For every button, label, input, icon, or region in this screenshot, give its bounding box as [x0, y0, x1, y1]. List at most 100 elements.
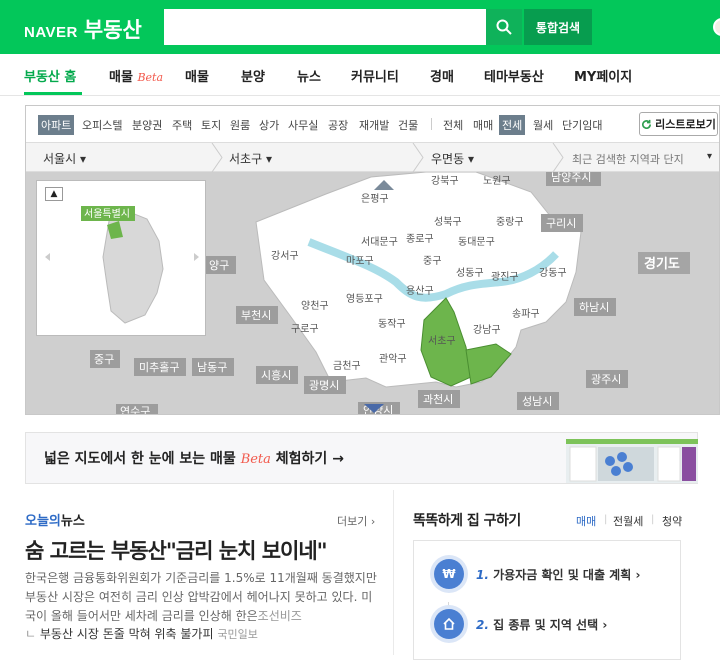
news-related-item[interactable]: ㄴ 부동산 시장 돈줄 막혀 위축 불가피 국민일보 — [25, 625, 258, 642]
outer-region-label: 과천시 — [423, 392, 453, 406]
filter-presale-right[interactable]: 분양권 — [132, 117, 162, 133]
city-value: 서울시 — [43, 152, 77, 166]
deal-short-term[interactable]: 단기임대 — [562, 117, 602, 133]
filter-bar: 아파트 오피스텔 분양권 주택 토지 원룸 상가 사무실 공장 재개발 건물 전… — [26, 106, 719, 143]
district-label: 강남구 — [473, 324, 501, 336]
step-label: 1. 가용자금 확인 및 대출 계획 › — [476, 566, 640, 583]
step-item[interactable]: ₩ 1. 가용자금 확인 및 대출 계획 › — [434, 559, 640, 589]
outer-region-label: 경기도 — [644, 256, 680, 272]
filter-office[interactable]: 사무실 — [288, 117, 318, 133]
nav-label: 매물 — [109, 70, 133, 85]
beta-badge: Beta — [137, 71, 164, 84]
news-summary[interactable]: 한국은행 금융통화위원회가 기준금리를 1.5%로 11개월째 동결했지만 부동… — [25, 569, 381, 626]
deal-sale[interactable]: 매매 — [473, 117, 493, 133]
nav-home[interactable]: 부동산 홈 — [24, 66, 76, 85]
step-item[interactable]: 2. 집 종류 및 지역 선택 › — [434, 609, 607, 639]
list-view-button[interactable]: 리스트로보기 — [639, 112, 718, 136]
outer-region-label: 남동구 — [197, 361, 227, 374]
district-label: 영등포구 — [346, 293, 383, 305]
deal-jeonse[interactable]: 전세 — [499, 115, 526, 135]
minimap[interactable]: ▲ 서울특별시 — [36, 180, 206, 336]
district-label: 동대문구 — [458, 236, 495, 248]
news-more-link[interactable]: 더보기 › — [337, 513, 375, 529]
step-text: 집 종류 및 지역 선택 › — [493, 617, 608, 632]
nav-mypage[interactable]: MY페이지 — [574, 66, 632, 85]
nav-auction[interactable]: 경매 — [430, 66, 454, 85]
district-select[interactable]: 서초구 ▾ — [229, 150, 272, 167]
tab-sale[interactable]: 매매 — [576, 513, 596, 529]
seoul-map[interactable]: 강북구 노원구 은평구 성북구 종로구 중랑구 서대문구 동대문구 강서구 마포… — [26, 168, 719, 414]
step-label: 2. 집 종류 및 지역 선택 › — [476, 616, 607, 633]
promo-map-thumbnail — [566, 439, 698, 483]
naver-real-estate-logo[interactable]: NAVER 부동산 — [24, 14, 142, 44]
search-input[interactable] — [164, 9, 486, 45]
filter-building[interactable]: 건물 — [398, 117, 418, 133]
outer-region-label: 광주시 — [591, 373, 621, 386]
filter-apartment[interactable]: 아파트 — [38, 115, 75, 135]
map-promo-banner[interactable]: 넓은 지도에서 한 눈에 보는 매물 Beta 체험하기 → — [25, 432, 698, 484]
district-label: 관악구 — [379, 353, 407, 365]
dong-select[interactable]: 우면동 ▾ — [431, 150, 474, 167]
main-navigation: 부동산 홈 매물 Beta 매물 분양 뉴스 커뮤니티 경매 테마부동산 MY페… — [0, 54, 720, 96]
district-label: 강서구 — [271, 250, 299, 262]
deal-monthly[interactable]: 월세 — [533, 117, 553, 133]
filter-land[interactable]: 토지 — [201, 117, 221, 133]
outer-region-label: 광명시 — [309, 379, 339, 392]
service-name: 부동산 — [83, 18, 142, 42]
nav-presale[interactable]: 분양 — [241, 66, 265, 85]
step-number: 2. — [476, 617, 489, 632]
filter-house[interactable]: 주택 — [172, 117, 192, 133]
district-label: 중랑구 — [496, 216, 524, 228]
minimap-region-label: 서울특별시 — [84, 208, 130, 220]
district-label: 동작구 — [378, 318, 406, 330]
city-select[interactable]: 서울시 ▾ — [43, 150, 86, 167]
search-button[interactable] — [486, 9, 522, 45]
location-divider — [211, 143, 223, 172]
district-label: 성동구 — [456, 267, 484, 279]
filter-officetel[interactable]: 오피스텔 — [82, 117, 122, 133]
outer-region-label: 부천시 — [241, 308, 271, 322]
nav-news[interactable]: 뉴스 — [297, 66, 321, 85]
outer-region-label: 중구 — [94, 353, 114, 366]
housing-steps: ₩ 1. 가용자금 확인 및 대출 계획 › 2. 집 종류 및 지역 선택 › — [413, 540, 681, 660]
recent-dropdown-arrow[interactable]: ▾ — [707, 151, 712, 162]
location-divider — [552, 143, 564, 172]
district-label: 금천구 — [333, 360, 361, 372]
filter-redevelopment[interactable]: 재개발 — [359, 117, 389, 133]
promo-lead: 넓은 지도에서 한 눈에 보는 매물 — [44, 451, 236, 467]
location-bar: 서울시 ▾ 서초구 ▾ 우면동 ▾ 최근 검색한 지역과 단지 ▾ — [26, 143, 719, 172]
recent-search[interactable]: 최근 검색한 지역과 단지 — [572, 151, 684, 167]
outer-region-label: 성남시 — [522, 395, 552, 408]
filter-oneroom[interactable]: 원룸 — [230, 117, 250, 133]
filter-factory[interactable]: 공장 — [328, 117, 348, 133]
nav-community[interactable]: 커뮤니티 — [351, 66, 399, 85]
tab-rent[interactable]: 전월세 — [613, 513, 643, 529]
news-section-title: 오늘의뉴스 — [25, 510, 85, 529]
top-header: NAVER 부동산 통합검색 — [0, 0, 720, 54]
nav-listings-beta[interactable]: 매물 Beta — [109, 66, 163, 85]
list-view-label: 리스트로보기 — [655, 118, 716, 131]
outer-region-label: 미추홀구 — [139, 361, 179, 374]
unified-search-button[interactable]: 통합검색 — [524, 9, 592, 45]
filter-shop[interactable]: 상가 — [259, 117, 279, 133]
news-title-prefix: 오늘의 — [25, 514, 61, 529]
tab-divider: | — [604, 514, 608, 525]
promo-cta: 체험하기 → — [275, 451, 344, 467]
dong-value: 우면동 — [431, 152, 465, 166]
outer-region-label: 남양주시 — [551, 172, 591, 184]
nav-theme[interactable]: 테마부동산 — [484, 66, 544, 85]
deal-all[interactable]: 전체 — [443, 117, 463, 133]
related-bullet-icon: ㄴ — [25, 627, 37, 641]
district-label: 송파구 — [512, 308, 540, 320]
tab-subscription[interactable]: 청약 — [662, 513, 682, 529]
search-icon — [496, 19, 512, 35]
outer-region-label: 시흥시 — [261, 368, 291, 382]
district-label: 구로구 — [291, 324, 319, 335]
naver-logo-text: NAVER — [24, 24, 78, 41]
news-headline[interactable]: 숨 고르는 부동산"금리 눈치 보이네" — [25, 535, 328, 565]
avatar[interactable] — [713, 18, 720, 36]
won-icon: ₩ — [434, 559, 464, 589]
home-icon — [434, 609, 464, 639]
nav-listings[interactable]: 매물 — [185, 66, 209, 85]
location-divider — [412, 143, 424, 172]
